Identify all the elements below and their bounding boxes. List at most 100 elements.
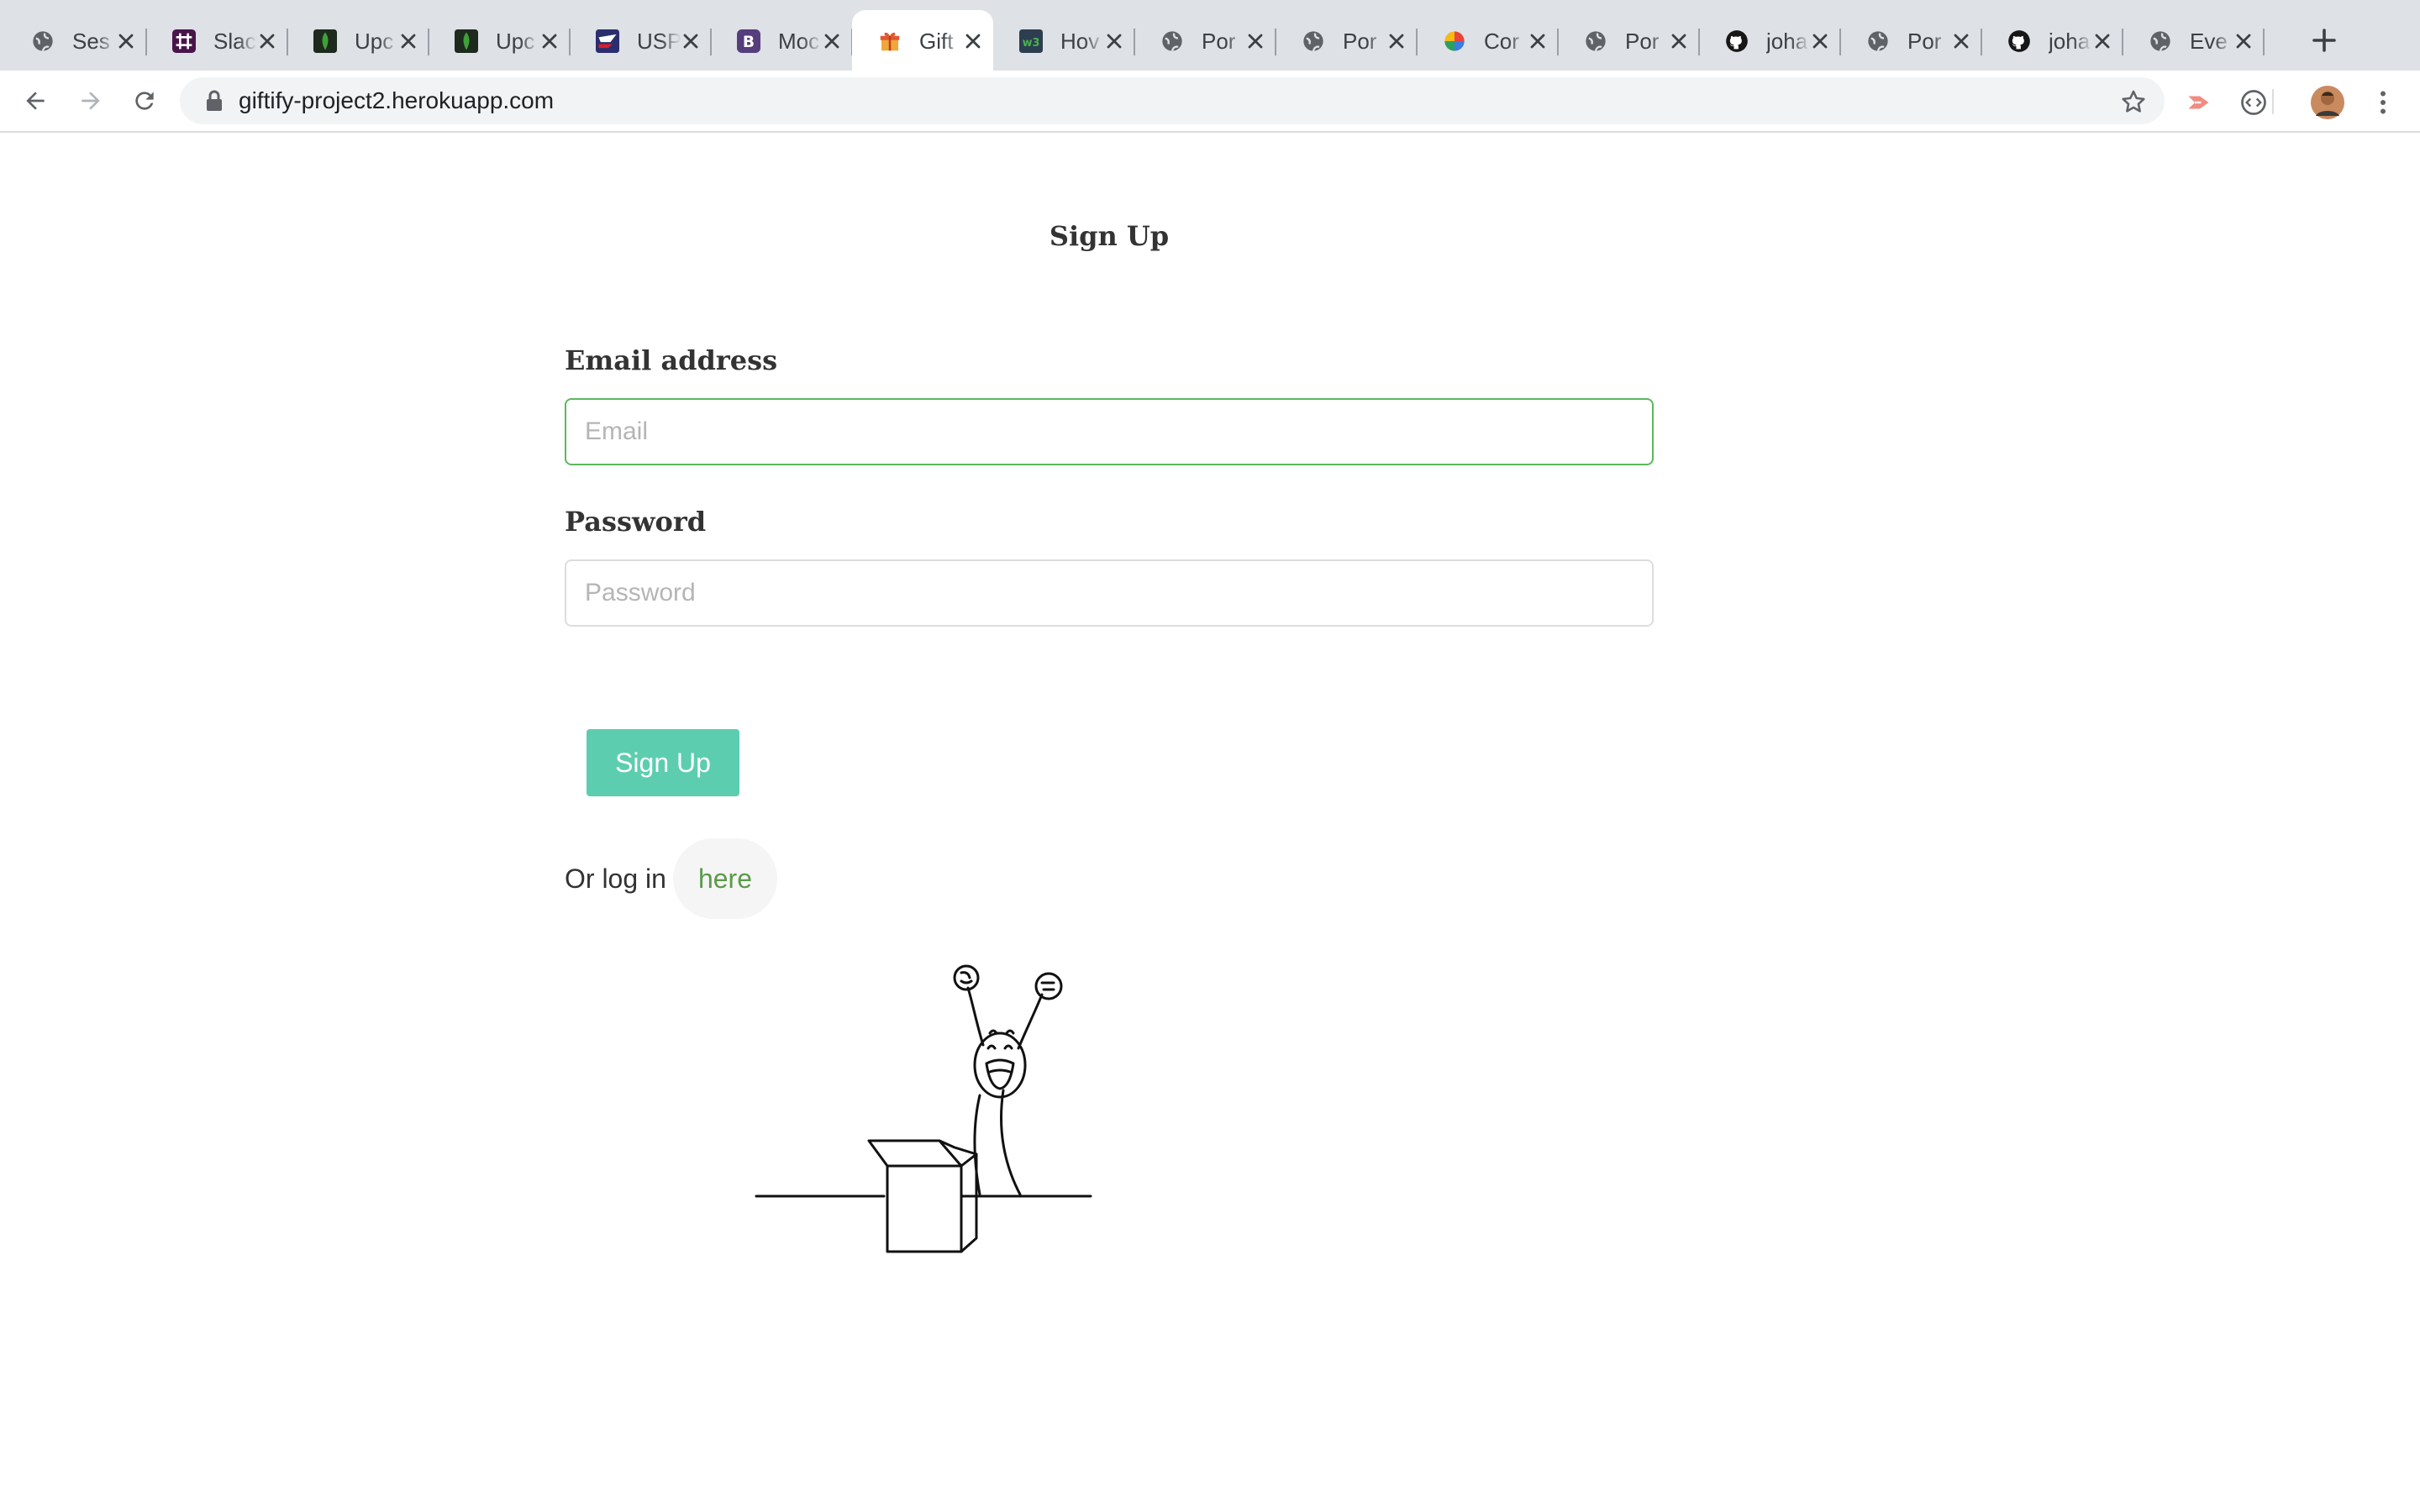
reload-icon bbox=[135, 92, 154, 110]
sign-up-button[interactable]: Sign Up bbox=[587, 729, 739, 796]
tab-close-icon[interactable] bbox=[114, 29, 138, 53]
colorful-ball-icon bbox=[1442, 29, 1467, 54]
figure-arm-right bbox=[1017, 993, 1044, 1050]
new-tab-button[interactable] bbox=[2309, 25, 2339, 55]
tab-title: Por bbox=[1202, 29, 1236, 54]
tab-close-icon[interactable] bbox=[397, 29, 420, 53]
tab-close-icon[interactable] bbox=[1244, 29, 1267, 53]
github-icon bbox=[2007, 29, 2032, 54]
tab-title: Eve bbox=[2190, 29, 2228, 54]
bookmark-star-icon[interactable] bbox=[2119, 87, 2148, 116]
figure-mouth bbox=[985, 1058, 1015, 1090]
tab-close-icon[interactable] bbox=[1102, 29, 1126, 53]
browser-tab[interactable]: Ses bbox=[5, 10, 147, 71]
page-title: Sign Up bbox=[1049, 220, 1170, 252]
tab-title: Cor bbox=[1484, 29, 1519, 54]
login-link[interactable]: here bbox=[672, 838, 777, 919]
browser-toolbar: giftify-project2.herokuapp.com bbox=[0, 71, 2420, 133]
tab-title: USP bbox=[637, 29, 681, 54]
tab-close-icon[interactable] bbox=[1808, 29, 1832, 53]
browser-tab[interactable]: Por bbox=[1840, 10, 1982, 71]
figure-fist-right bbox=[1034, 972, 1063, 1000]
globe-icon bbox=[2148, 29, 2173, 54]
gift-icon bbox=[877, 29, 902, 54]
mongodb-leaf-icon bbox=[454, 29, 479, 54]
tab-close-icon[interactable] bbox=[961, 29, 985, 53]
browser-tab[interactable]: Slac bbox=[146, 10, 288, 71]
extension-arrow-icon[interactable] bbox=[2183, 86, 2217, 119]
tab-close-icon[interactable] bbox=[1385, 29, 1408, 53]
back-button[interactable] bbox=[18, 84, 52, 118]
profile-avatar[interactable] bbox=[2311, 86, 2344, 119]
tab-title: Upc bbox=[496, 29, 535, 54]
tab-close-icon[interactable] bbox=[820, 29, 844, 53]
tab-close-icon[interactable] bbox=[2232, 29, 2255, 53]
w3schools-icon: w3 bbox=[1018, 29, 1044, 54]
tab-title: Ses bbox=[72, 29, 110, 54]
plus-icon bbox=[2312, 29, 2336, 52]
arrow-right-icon bbox=[82, 92, 100, 110]
tab-title: Moc bbox=[778, 29, 820, 54]
email-field[interactable] bbox=[565, 398, 1654, 465]
box-side bbox=[960, 1152, 978, 1253]
browser-tab[interactable]: Upc bbox=[429, 10, 571, 71]
tab-title: Upc bbox=[355, 29, 394, 54]
forward-button[interactable] bbox=[74, 84, 108, 118]
svg-text:w3: w3 bbox=[1023, 37, 1040, 50]
tab-title: joha bbox=[1766, 29, 1808, 54]
globe-icon bbox=[1865, 29, 1891, 54]
reload-button[interactable] bbox=[128, 84, 161, 118]
tab-close-icon[interactable] bbox=[1667, 29, 1691, 53]
figure-arm-left bbox=[966, 986, 985, 1047]
browser-tab[interactable]: Cor bbox=[1417, 10, 1559, 71]
figure-fist-left bbox=[953, 964, 980, 991]
browser-tab[interactable]: joha bbox=[1981, 10, 2123, 71]
globe-icon bbox=[1583, 29, 1608, 54]
browser-tab[interactable]: w3 Hov bbox=[993, 10, 1135, 71]
tab-title: Hov bbox=[1060, 29, 1100, 54]
extension-code-icon[interactable] bbox=[2237, 86, 2270, 119]
browser-tab[interactable]: Gift bbox=[852, 10, 993, 71]
arrow-left-icon bbox=[26, 92, 45, 110]
tab-title: Por bbox=[1625, 29, 1660, 54]
browser-tab[interactable]: Por bbox=[1276, 10, 1418, 71]
box-front bbox=[886, 1164, 963, 1253]
globe-icon bbox=[30, 29, 55, 54]
tab-close-icon[interactable] bbox=[255, 29, 279, 53]
browser-tab[interactable]: Por bbox=[1558, 10, 1700, 71]
tab-close-icon[interactable] bbox=[2091, 29, 2114, 53]
lock-icon bbox=[207, 90, 222, 111]
figure-eyes bbox=[986, 1044, 1013, 1050]
browser-tab[interactable]: USP bbox=[570, 10, 712, 71]
figure-body bbox=[973, 1089, 1022, 1196]
login-prompt-row: Or log in here bbox=[565, 838, 777, 919]
toolbar-divider bbox=[2272, 89, 2274, 114]
globe-icon bbox=[1160, 29, 1185, 54]
browser-tab-strip: Ses Slac Upc Upc USP B Moc Gift w3 Hov Por Por Cor Po… bbox=[0, 0, 2420, 71]
tab-title: Gift bbox=[919, 29, 954, 54]
github-icon bbox=[1724, 29, 1749, 54]
browser-tab[interactable]: Eve bbox=[2123, 10, 2265, 71]
tab-separator bbox=[2263, 29, 2265, 55]
browser-tab[interactable]: joha bbox=[1699, 10, 1841, 71]
password-label: Password bbox=[565, 506, 707, 538]
mongodb-leaf-icon bbox=[313, 29, 338, 54]
globe-icon bbox=[1301, 29, 1326, 54]
email-label: Email address bbox=[565, 344, 778, 376]
browser-menu-button[interactable] bbox=[2366, 86, 2400, 119]
browser-tab[interactable]: Upc bbox=[287, 10, 429, 71]
address-bar[interactable]: giftify-project2.herokuapp.com bbox=[180, 77, 2165, 124]
tab-close-icon[interactable] bbox=[1526, 29, 1549, 53]
tab-title: Por bbox=[1343, 29, 1377, 54]
login-prompt-text: Or log in bbox=[565, 863, 666, 894]
url-text: giftify-project2.herokuapp.com bbox=[239, 87, 555, 113]
tab-title: Por bbox=[1907, 29, 1942, 54]
tab-close-icon[interactable] bbox=[538, 29, 561, 53]
celebration-illustration bbox=[755, 964, 1092, 1253]
password-field[interactable] bbox=[565, 559, 1654, 627]
usps-eagle-icon bbox=[595, 29, 620, 54]
browser-tab[interactable]: B Moc bbox=[711, 10, 853, 71]
tab-close-icon[interactable] bbox=[679, 29, 702, 53]
tab-close-icon[interactable] bbox=[1949, 29, 1973, 53]
browser-tab[interactable]: Por bbox=[1134, 10, 1276, 71]
